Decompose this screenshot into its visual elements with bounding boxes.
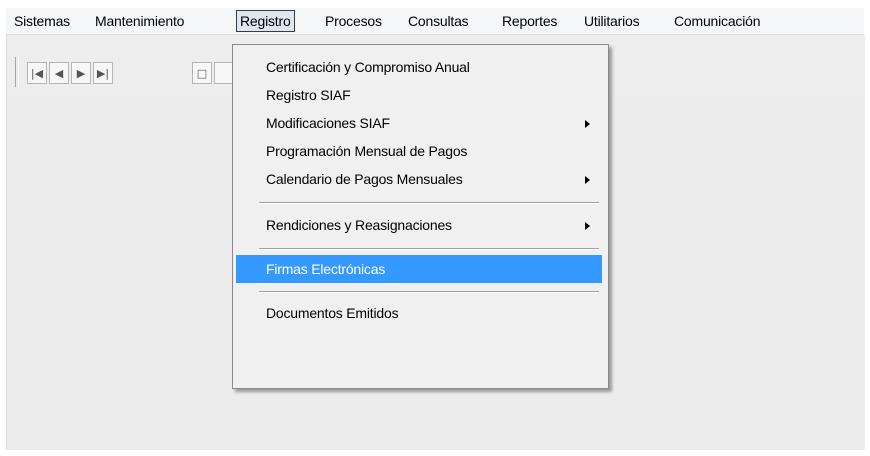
menu-separator: [259, 202, 599, 204]
menu-utilitarios[interactable]: Utilitarios: [582, 11, 641, 31]
menu-item-rendiciones[interactable]: Rendiciones y Reasignaciones: [236, 211, 602, 239]
first-record-icon: |◀: [30, 67, 44, 80]
menu-item-modificaciones-siaf[interactable]: Modificaciones SIAF: [236, 109, 602, 137]
menu-consultas[interactable]: Consultas: [406, 11, 470, 31]
menu-registro[interactable]: Registro: [236, 10, 295, 32]
last-record-button[interactable]: ▶|: [93, 62, 113, 84]
menu-item-documentos-emitidos[interactable]: Documentos Emitidos: [236, 299, 602, 327]
registro-dropdown-menu: Certificación y Compromiso Anual Registr…: [232, 44, 609, 389]
menu-item-label: Firmas Electrónicas: [266, 261, 386, 277]
menu-item-calendario-pagos[interactable]: Calendario de Pagos Mensuales: [236, 165, 602, 193]
new-document-icon: □: [196, 67, 208, 80]
toolbar-separator: [15, 57, 19, 87]
menu-item-label: Documentos Emitidos: [266, 305, 399, 321]
toolbar-button-partial[interactable]: [214, 62, 234, 84]
first-record-button[interactable]: |◀: [27, 62, 47, 84]
menu-item-registro-siaf[interactable]: Registro SIAF: [236, 81, 602, 109]
menu-reportes[interactable]: Reportes: [500, 11, 559, 31]
menu-item-firmas-electronicas[interactable]: Firmas Electrónicas: [236, 255, 602, 283]
menu-item-label: Modificaciones SIAF: [266, 115, 390, 131]
menu-item-label: Registro SIAF: [266, 87, 351, 103]
menu-item-label: Certificación y Compromiso Anual: [266, 59, 470, 75]
menu-separator: [259, 291, 599, 293]
menu-item-certificacion[interactable]: Certificación y Compromiso Anual: [236, 53, 602, 81]
next-record-button[interactable]: ▶: [71, 62, 91, 84]
menu-item-programacion-mensual[interactable]: Programación Mensual de Pagos: [236, 137, 602, 165]
new-document-button[interactable]: □: [192, 62, 212, 84]
submenu-arrow-icon: [585, 120, 590, 128]
previous-record-button[interactable]: ◀: [49, 62, 69, 84]
submenu-arrow-icon: [585, 176, 590, 184]
previous-record-icon: ◀: [54, 67, 64, 80]
menu-sistemas[interactable]: Sistemas: [12, 11, 72, 31]
menu-separator: [259, 248, 599, 250]
menu-bar: Sistemas Mantenimiento Registro Procesos…: [6, 8, 864, 35]
menu-item-label: Calendario de Pagos Mensuales: [266, 171, 463, 187]
next-record-icon: ▶: [76, 67, 86, 80]
submenu-arrow-icon: [585, 222, 590, 230]
menu-mantenimiento[interactable]: Mantenimiento: [93, 11, 186, 31]
menu-item-label: Rendiciones y Reasignaciones: [266, 217, 452, 233]
menu-procesos[interactable]: Procesos: [323, 11, 384, 31]
menu-comunicacion[interactable]: Comunicación: [672, 11, 762, 31]
last-record-icon: ▶|: [96, 67, 110, 80]
menu-item-label: Programación Mensual de Pagos: [266, 143, 468, 159]
